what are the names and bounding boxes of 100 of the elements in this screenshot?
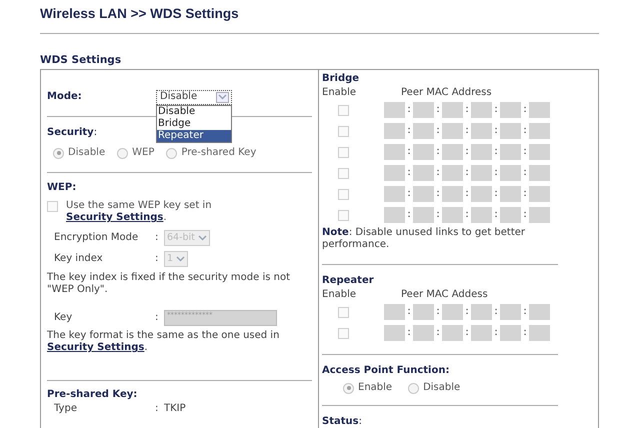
radio-button[interactable]	[166, 148, 178, 158]
colon: :	[155, 253, 160, 265]
dropdown-option[interactable]: Repeater	[157, 130, 231, 142]
colon: :	[155, 232, 160, 244]
mac-octet-field[interactable]	[442, 144, 463, 160]
checkbox[interactable]	[338, 104, 348, 116]
separator: :	[435, 126, 441, 136]
mac-octet-field[interactable]	[471, 325, 492, 341]
note-text: Note: Disable unused links to get better performance.	[322, 227, 526, 251]
dropdown-option[interactable]: Disable	[157, 106, 231, 118]
mac-octet-field[interactable]	[529, 144, 550, 160]
radio-label: WEP	[132, 147, 154, 159]
dropdown-option[interactable]: Bridge	[157, 118, 231, 130]
mac-octet-field[interactable]	[529, 102, 550, 118]
separator: :	[406, 307, 412, 317]
mac-octet-field[interactable]	[471, 304, 492, 320]
separator: :	[522, 126, 528, 136]
mac-octet-field[interactable]	[500, 102, 521, 118]
field-label: Key index	[54, 253, 104, 265]
mac-octet-field[interactable]	[384, 325, 405, 341]
checkbox[interactable]	[338, 168, 348, 178]
radio-button[interactable]	[53, 148, 64, 158]
mac-octet-field[interactable]	[500, 186, 521, 202]
mac-octet-field[interactable]	[413, 207, 434, 223]
mac-octet-field[interactable]	[413, 325, 434, 341]
mac-octet-field[interactable]	[529, 207, 550, 223]
mac-octet-field[interactable]	[413, 102, 434, 118]
mac-octet-field[interactable]	[442, 165, 463, 181]
mac-octet-field[interactable]	[471, 186, 492, 202]
mac-octet-field[interactable]	[442, 325, 463, 341]
checkbox[interactable]	[338, 188, 348, 200]
mac-octet-field[interactable]	[529, 186, 550, 202]
mac-octet-field[interactable]	[384, 207, 405, 223]
separator: :	[435, 307, 441, 317]
mac-octet-field[interactable]	[500, 325, 521, 341]
separator: :	[493, 126, 499, 136]
checkbox[interactable]	[338, 328, 348, 338]
mac-octet-field[interactable]	[442, 207, 463, 223]
mac-octet-field[interactable]	[500, 304, 521, 320]
radio-button[interactable]	[408, 382, 420, 394]
type-value: TKIP	[164, 403, 186, 415]
radio-button[interactable]	[117, 148, 128, 158]
checkbox[interactable]	[47, 201, 58, 212]
mac-octet-field[interactable]	[384, 304, 405, 320]
checkbox[interactable]	[338, 146, 348, 158]
mac-octet-field[interactable]	[529, 123, 550, 139]
separator: :	[406, 168, 412, 178]
mac-octet-field[interactable]	[413, 186, 434, 202]
mac-octet-field[interactable]	[529, 304, 550, 320]
mac-octet-field[interactable]	[500, 144, 521, 160]
column-header: Enable	[322, 289, 358, 301]
access-point-heading: Access Point Function:	[322, 365, 450, 377]
column-header: Peer MAC Address	[401, 87, 492, 99]
mac-octet-field[interactable]	[413, 144, 434, 160]
key-index-note: The key index is fixed if the security mode is not "WEP Only".	[47, 272, 292, 296]
separator: :	[522, 147, 528, 157]
mac-octet-field[interactable]	[442, 123, 463, 139]
mac-octet-field[interactable]	[442, 102, 463, 118]
radio-label: Enable	[358, 382, 392, 394]
mac-octet-field[interactable]	[471, 207, 492, 223]
mac-octet-field[interactable]	[471, 165, 492, 181]
mac-octet-field[interactable]	[413, 123, 434, 139]
page-title: Wireless LAN >> WDS Settings	[40, 5, 240, 23]
separator: :	[464, 168, 470, 178]
separator: :	[464, 328, 470, 338]
checkbox[interactable]	[338, 126, 348, 136]
mac-octet-field[interactable]	[500, 123, 521, 139]
mac-octet-field[interactable]	[471, 144, 492, 160]
mac-octet-field[interactable]	[384, 123, 405, 139]
checkbox[interactable]	[338, 306, 348, 318]
section-title: WDS Settings	[40, 54, 122, 66]
separator: :	[493, 307, 499, 317]
mac-octet-field[interactable]	[413, 165, 434, 181]
mac-octet-field[interactable]	[500, 207, 521, 223]
column-header: Peer MAC Addess	[401, 289, 488, 301]
separator: :	[464, 126, 470, 136]
mac-octet-field[interactable]	[413, 304, 434, 320]
mac-octet-field[interactable]	[471, 102, 492, 118]
separator: :	[493, 189, 499, 199]
colon: :	[155, 403, 160, 415]
mac-octet-field[interactable]	[529, 325, 550, 341]
separator: :	[435, 105, 441, 115]
mac-octet-field[interactable]	[471, 123, 492, 139]
mac-octet-field[interactable]	[529, 165, 550, 181]
field-label: Encryption Mode	[54, 232, 140, 244]
mac-octet-field[interactable]	[384, 102, 405, 118]
checkbox[interactable]	[338, 210, 348, 220]
use-same-key-text: Use the same WEP key set in Security Settings.	[66, 200, 213, 224]
separator: :	[464, 210, 470, 220]
mac-octet-field[interactable]	[442, 304, 463, 320]
security-settings-link[interactable]: Security Settings	[47, 342, 144, 353]
mac-octet-field[interactable]	[500, 165, 521, 181]
mac-octet-field[interactable]	[442, 186, 463, 202]
mac-octet-field[interactable]	[384, 186, 405, 202]
radio-button[interactable]	[343, 382, 354, 394]
mac-octet-field[interactable]	[384, 144, 405, 160]
separator: :	[406, 126, 412, 136]
mac-octet-field[interactable]	[384, 165, 405, 181]
separator: :	[435, 189, 441, 199]
security-settings-link[interactable]: Security Settings	[66, 212, 164, 223]
